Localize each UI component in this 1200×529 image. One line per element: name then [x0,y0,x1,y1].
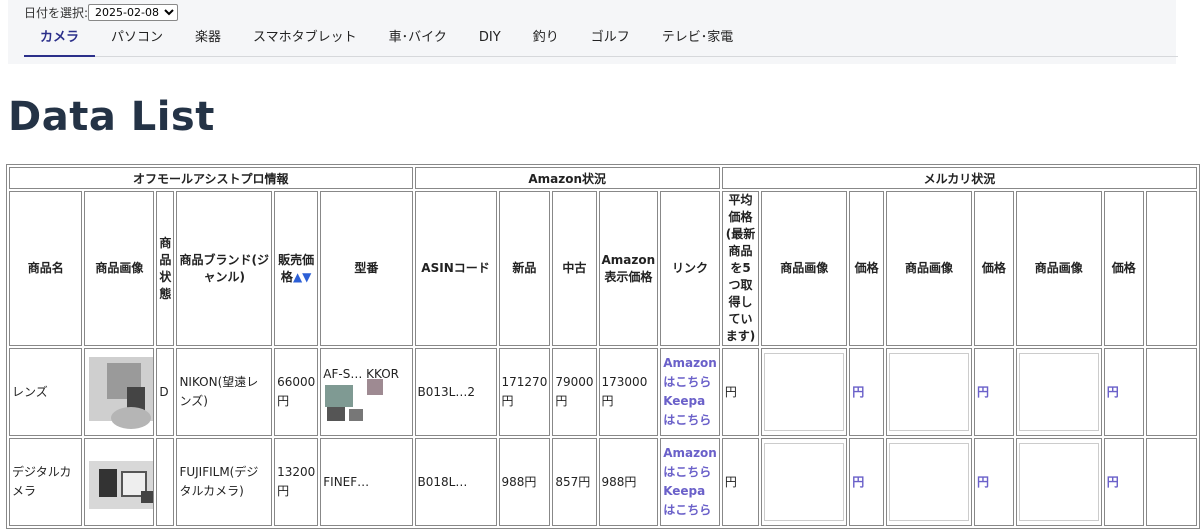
cell-name: レンズ [9,348,83,436]
tab-instruments[interactable]: 楽器 [179,22,237,56]
col-header-price: 販売価格▲▼ [274,191,319,346]
data-table: オフモールアシストプロ情報 Amazon状況 メルカリ状況 商品名 商品画像 商… [6,164,1200,529]
cell-used: 857円 [552,438,597,526]
cell-amazon-price: 988円 [598,438,659,526]
cell-mercari-price-1[interactable]: 円 [849,348,884,436]
col-header-brand: 商品ブランド(ジャンル) [176,191,273,346]
top-bar: 日付を選択: 2025-02-08 カメラ パソコン 楽器 スマホタブレット 車… [8,0,1178,64]
cell-mercari-price-2[interactable]: 円 [973,438,1014,526]
col-header-mercari-price-3: 価格 [1103,191,1144,346]
group-header-offmall: オフモールアシストプロ情報 [9,167,413,189]
cell-name: デジタルカメラ [9,438,83,526]
tab-smartphone-tablet[interactable]: スマホタブレット [237,22,373,56]
col-header-image: 商品画像 [84,191,155,346]
cell-average: 円 [721,348,760,436]
cell-image [84,348,155,436]
cell-new: 171270円 [498,348,551,436]
group-header-amazon: Amazon状況 [414,167,720,189]
mercari-image[interactable] [764,443,845,521]
tab-fishing[interactable]: 釣り [517,22,575,56]
date-label: 日付を選択: [24,6,89,20]
product-image [87,439,154,525]
col-header-new: 新品 [498,191,551,346]
page-title: Data List [8,94,215,140]
cell-mercari-image-2 [885,438,972,526]
cell-asin: B013L…2 [414,348,497,436]
cell-mercari-image-1 [761,348,848,436]
product-image [87,349,154,435]
tab-pc[interactable]: パソコン [95,22,179,56]
col-header-used: 中古 [552,191,597,346]
cell-extra [1145,438,1197,526]
col-header-mercari-image-1: 商品画像 [761,191,848,346]
cell-image [84,438,155,526]
cell-mercari-image-3 [1015,438,1102,526]
mercari-image[interactable] [764,353,845,431]
cell-used: 79000円 [552,348,597,436]
col-header-name: 商品名 [9,191,83,346]
amazon-link[interactable]: Amazonはこちら [663,354,717,392]
cell-mercari-price-1[interactable]: 円 [849,438,884,526]
date-picker-row: 日付を選択: 2025-02-08 [24,4,179,21]
col-header-extra [1145,191,1197,346]
cell-mercari-price-3[interactable]: 円 [1103,348,1144,436]
cell-extra [1145,348,1197,436]
category-tabs: カメラ パソコン 楽器 スマホタブレット 車･バイク DIY 釣り ゴルフ テレ… [24,22,1178,57]
col-header-mercari-price-2: 価格 [973,191,1014,346]
cell-price: 66000円 [274,348,319,436]
tab-camera[interactable]: カメラ [24,22,96,57]
cell-asin: B018L… [414,438,497,526]
table-row: デジタルカメラ FUJIFILM(デジタルカメラ) 13200円 FINEF… … [9,438,1197,526]
cell-model: AF-S… KKOR [320,348,413,436]
mercari-image[interactable] [888,353,969,431]
cell-price: 13200円 [274,438,319,526]
col-header-average: 平均価格(最新商品を5つ取得しています) [721,191,760,346]
keepa-link[interactable]: Keepaはこちら [663,482,717,520]
date-select[interactable]: 2025-02-08 [88,4,179,21]
cell-model: FINEF… [320,438,413,526]
col-header-link: リンク [660,191,720,346]
cell-brand: FUJIFILM(デジタルカメラ) [176,438,273,526]
cell-mercari-image-3 [1015,348,1102,436]
cell-mercari-image-1 [761,438,848,526]
col-header-mercari-image-3: 商品画像 [1015,191,1102,346]
cell-mercari-price-2[interactable]: 円 [973,348,1014,436]
cell-mercari-image-2 [885,348,972,436]
keepa-link[interactable]: Keepaはこちら [663,392,717,430]
cell-average: 円 [721,438,760,526]
mercari-image[interactable] [1018,443,1099,521]
cell-link: Amazonはこちら Keepaはこちら [660,348,720,436]
cell-condition [156,438,175,526]
table-row: レンズ D NIKON(望遠レンズ) 66000円 AF-S… KKOR B01… [9,348,1197,436]
mercari-image[interactable] [888,443,969,521]
cell-mercari-price-3[interactable]: 円 [1103,438,1144,526]
col-header-mercari-price-1: 価格 [849,191,884,346]
tab-tv-appliances[interactable]: テレビ･家電 [646,22,750,56]
cell-new: 988円 [498,438,551,526]
col-header-condition: 商品状態 [156,191,175,346]
mercari-image[interactable] [1018,353,1099,431]
tab-golf[interactable]: ゴルフ [575,22,646,56]
tab-diy[interactable]: DIY [463,22,517,56]
group-header-mercari: メルカリ状況 [721,167,1197,189]
tab-car-bike[interactable]: 車･バイク [373,22,463,56]
cell-brand: NIKON(望遠レンズ) [176,348,273,436]
cell-amazon-price: 173000円 [598,348,659,436]
cell-link: Amazonはこちら Keepaはこちら [660,438,720,526]
col-header-amazon-price: Amazon表示価格 [598,191,659,346]
col-header-asin: ASINコード [414,191,497,346]
sort-arrows-icon[interactable]: ▲▼ [293,270,311,284]
cell-condition: D [156,348,175,436]
col-header-model: 型番 [320,191,413,346]
col-header-mercari-image-2: 商品画像 [885,191,972,346]
amazon-link[interactable]: Amazonはこちら [663,444,717,482]
